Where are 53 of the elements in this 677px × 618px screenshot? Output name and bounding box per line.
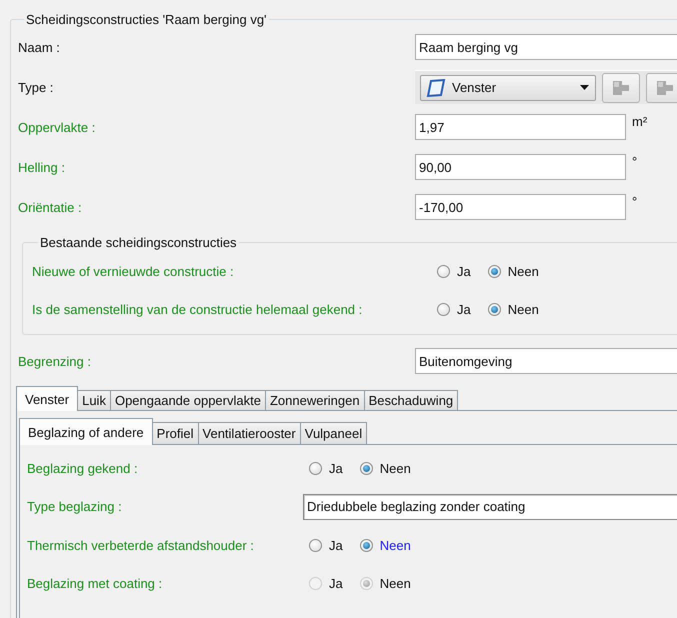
question-label: Nieuwe of vernieuwde constructie : bbox=[32, 264, 235, 278]
radio-button[interactable] bbox=[309, 462, 322, 475]
tab[interactable]: Beschaduwing bbox=[364, 390, 458, 410]
radio-option[interactable]: Ja bbox=[437, 264, 471, 278]
toolbar-button[interactable] bbox=[602, 72, 640, 102]
number-field[interactable]: 90,00 bbox=[415, 154, 626, 180]
tab[interactable]: Vulpaneel bbox=[300, 422, 368, 444]
number-field[interactable]: -170,00 bbox=[415, 194, 626, 220]
unit-label: ° bbox=[631, 154, 638, 169]
caret-icon bbox=[580, 85, 589, 90]
radio-option[interactable]: Neen bbox=[360, 538, 411, 553]
radio-button[interactable] bbox=[488, 302, 501, 316]
radio-button[interactable] bbox=[360, 462, 373, 475]
radio-button[interactable] bbox=[309, 538, 322, 552]
group-title: Scheidingsconstructies 'Raam berging vg' bbox=[25, 12, 268, 27]
tab[interactable]: Opengaande oppervlakte bbox=[110, 390, 266, 410]
radio-button[interactable] bbox=[360, 538, 373, 552]
number-field[interactable]: 1,97 bbox=[415, 114, 626, 140]
field-label: Oriëntatie : bbox=[18, 200, 83, 214]
tab[interactable]: Luik bbox=[77, 390, 111, 410]
radio-option[interactable]: Neen bbox=[488, 302, 539, 316]
tab[interactable]: Venster bbox=[16, 386, 78, 411]
field-label: Thermisch verbeterde afstandshouder : bbox=[27, 538, 255, 553]
radio-option[interactable]: Neen bbox=[360, 460, 411, 476]
field-label: Naam : bbox=[18, 40, 61, 54]
select-field[interactable]: Driedubbele beglazing zonder coating bbox=[303, 494, 677, 520]
question-label: Is de samenstelling van de constructie helemaal gekend : bbox=[32, 302, 364, 316]
radio-option[interactable]: Ja bbox=[309, 538, 343, 553]
radio-option[interactable]: Ja bbox=[309, 460, 343, 476]
toolbar-button[interactable] bbox=[646, 72, 677, 102]
unit-label: ° bbox=[631, 194, 638, 209]
group-title: Bestaande scheidingsconstructies bbox=[39, 235, 238, 250]
tab[interactable]: Beglazing of andere bbox=[19, 418, 153, 445]
field-label: Begrenzing : bbox=[18, 354, 92, 368]
window-icon bbox=[426, 78, 446, 96]
field-label: Type : bbox=[18, 80, 54, 94]
field-label: Oppervlakte : bbox=[18, 120, 96, 134]
text-field[interactable]: Buitenomgeving bbox=[415, 348, 677, 374]
tab[interactable]: Profiel bbox=[152, 422, 199, 444]
field-label: Beglazing met coating : bbox=[27, 576, 164, 592]
unit-label: m² bbox=[631, 114, 648, 129]
radio-button[interactable] bbox=[437, 302, 450, 316]
tab[interactable]: Ventilatierooster bbox=[198, 422, 301, 444]
radio-button[interactable] bbox=[437, 264, 450, 278]
text-field[interactable]: Raam berging vg bbox=[415, 34, 677, 60]
field-label: Beglazing gekend : bbox=[27, 460, 139, 476]
type-dropdown[interactable]: Venster bbox=[420, 74, 596, 100]
tab[interactable]: Zonneweringen bbox=[264, 390, 365, 410]
field-label: Helling : bbox=[18, 160, 66, 174]
radio-option[interactable]: Neen bbox=[488, 264, 539, 278]
radio-option[interactable]: Ja bbox=[437, 302, 471, 316]
radio-button[interactable] bbox=[488, 264, 501, 278]
field-label: Type beglazing : bbox=[27, 499, 123, 514]
